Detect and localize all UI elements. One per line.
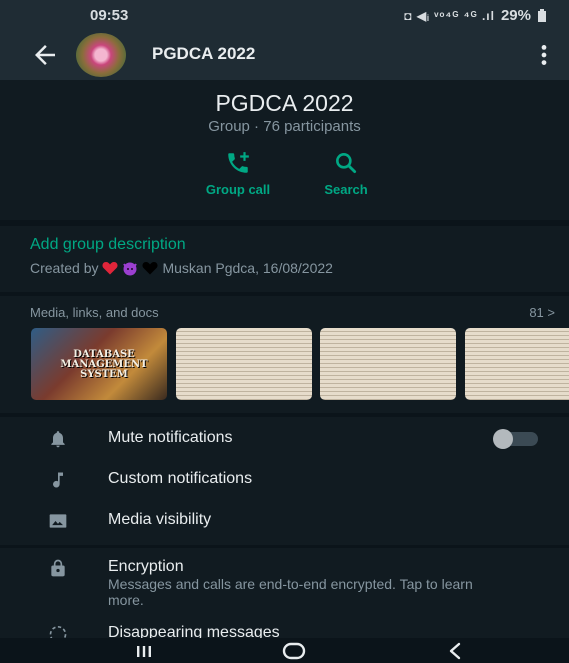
battery-percent: 29% — [500, 7, 531, 24]
media-visibility-row[interactable]: Media visibility — [0, 501, 569, 541]
black-heart-icon — [142, 262, 159, 275]
top-bar: PGDCA 2022 — [0, 30, 569, 80]
media-visibility-label: Media visibility — [108, 511, 212, 528]
created-info: Created by Muskan Pgdca, 16/08/2022 — [30, 260, 333, 276]
custom-notifications-row[interactable]: Custom notifications — [0, 460, 569, 500]
mute-notifications-label: Mute notifications — [108, 429, 233, 446]
status-indicators: ◘ ◀ᵢ ᵛᵒ⁴ᴳ ⁴ᴳ .ıl 29% — [404, 7, 547, 24]
lock-icon — [51, 559, 65, 577]
status-time: 09:53 — [90, 7, 129, 24]
group-call-label: Group call — [205, 182, 271, 197]
media-count[interactable]: 81 > — [529, 305, 555, 320]
group-call-button[interactable]: Group call — [190, 150, 286, 197]
purple-devil-icon — [123, 262, 138, 276]
recents-icon[interactable] — [134, 640, 154, 662]
encryption-section: Encryption Messages and calls are end-to… — [0, 548, 569, 641]
media-thumbnail[interactable] — [320, 328, 456, 400]
mute-notifications-row[interactable]: Mute notifications — [0, 419, 569, 459]
battery-icon — [538, 8, 546, 22]
image-icon — [49, 514, 67, 528]
mute-toggle[interactable] — [493, 429, 538, 449]
description-section: Add group description Created by Muskan … — [0, 226, 569, 292]
home-icon[interactable] — [281, 640, 307, 662]
add-call-icon — [228, 152, 249, 173]
encryption-title[interactable]: Encryption — [108, 558, 184, 576]
music-note-icon — [53, 472, 63, 488]
media-thumbnail[interactable]: DATABASE MANAGEMENT SYSTEM — [31, 328, 167, 400]
media-section: Media, links, and docs 81 > DATABASE MAN… — [0, 296, 569, 413]
search-label: Search — [324, 182, 368, 197]
timer-icon — [49, 626, 67, 638]
status-icons: ◘ ◀ᵢ ᵛᵒ⁴ᴳ ⁴ᴳ .ıl — [404, 8, 495, 23]
notification-settings: Mute notifications Custom notifications … — [0, 417, 569, 545]
encryption-description: Messages and calls are end-to-end encryp… — [108, 576, 473, 608]
group-participants: Group · 76 participants — [208, 118, 361, 135]
media-title[interactable]: Media, links, and docs — [30, 305, 159, 320]
add-description-link[interactable]: Add group description — [30, 236, 186, 254]
group-header: PGDCA 2022 Group · 76 participants Group… — [0, 80, 569, 220]
book-cover-title: DATABASE MANAGEMENT SYSTEM — [60, 349, 148, 380]
media-thumbnail[interactable] — [465, 328, 569, 400]
red-heart-icon — [102, 262, 119, 275]
custom-notifications-label: Custom notifications — [108, 470, 253, 487]
toggle-knob — [493, 429, 513, 449]
search-button[interactable]: Search — [308, 150, 384, 197]
topbar-title[interactable]: PGDCA 2022 — [152, 44, 255, 64]
group-avatar[interactable] — [76, 33, 126, 77]
more-vert-icon[interactable] — [537, 42, 551, 68]
back-arrow-icon[interactable] — [30, 40, 60, 70]
bell-icon — [51, 431, 65, 448]
created-by-date: Muskan Pgdca, 16/08/2022 — [162, 260, 333, 276]
search-icon — [336, 153, 357, 174]
created-prefix: Created by — [30, 260, 99, 276]
back-icon[interactable] — [446, 640, 464, 662]
media-thumbnail[interactable] — [176, 328, 312, 400]
status-bar: 09:53 ◘ ◀ᵢ ᵛᵒ⁴ᴳ ⁴ᴳ .ıl 29% — [0, 0, 569, 30]
system-nav-bar — [0, 638, 569, 663]
group-name: PGDCA 2022 — [215, 90, 354, 116]
